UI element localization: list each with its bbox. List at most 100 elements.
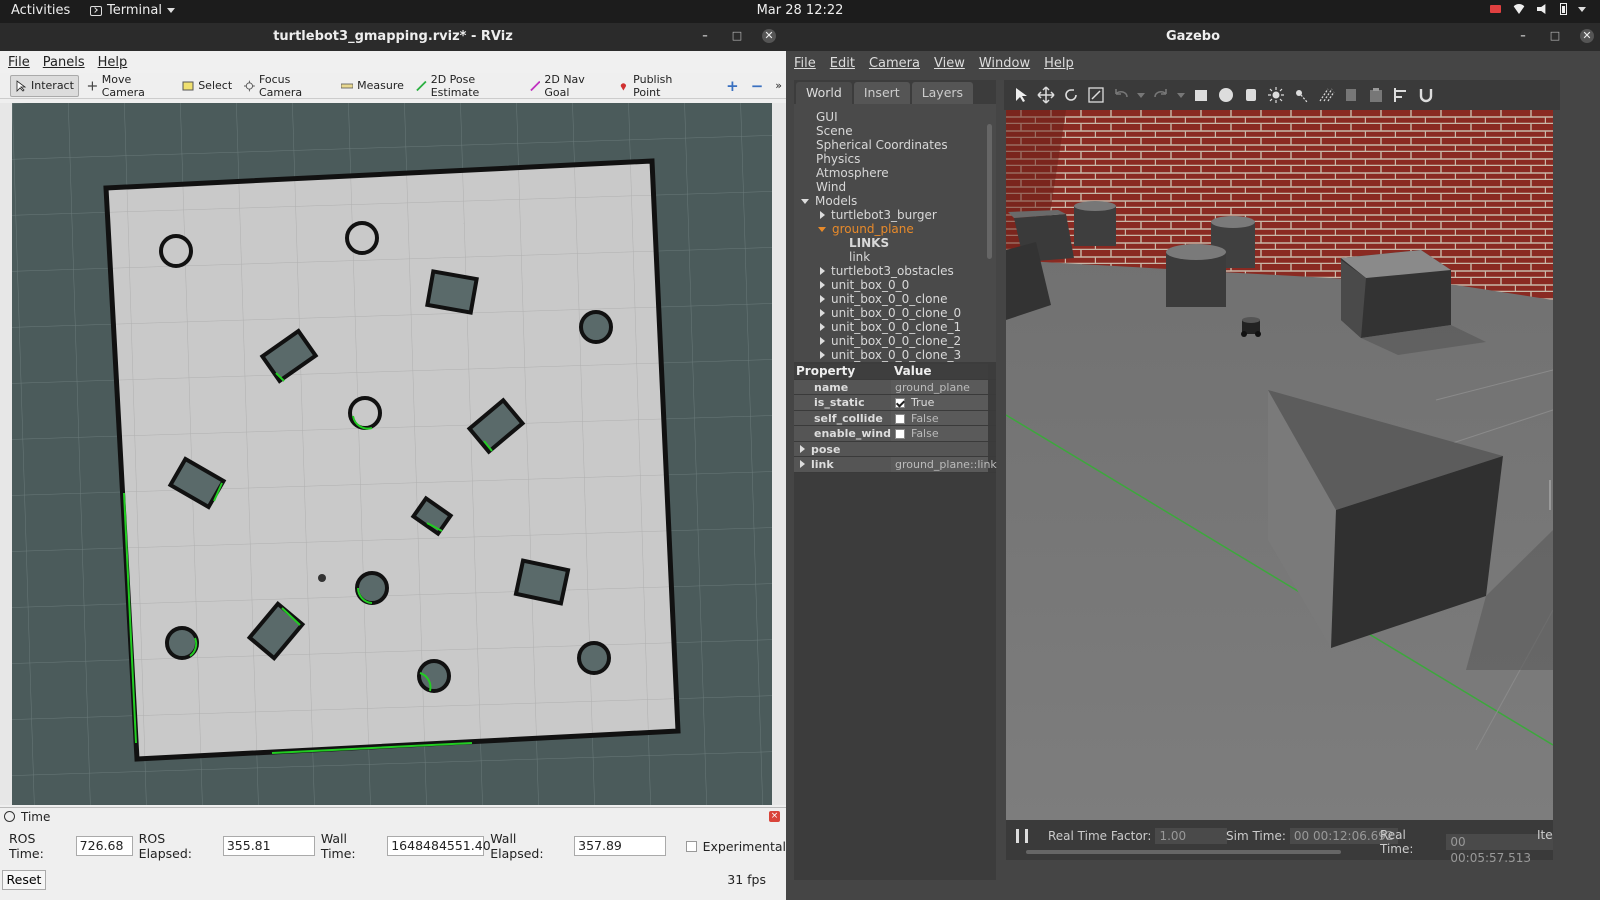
maximize-icon[interactable]: □	[1548, 29, 1562, 43]
publish-point-tool[interactable]: Publish Point	[614, 73, 700, 99]
directional-light-icon[interactable]	[1317, 86, 1335, 104]
tree-item-gui[interactable]: GUI	[794, 110, 996, 124]
toolbar-overflow-button[interactable]: »	[771, 75, 786, 97]
property-row-link[interactable]: link ground_plane::link	[794, 457, 997, 473]
fps-readout: 31 fps	[727, 872, 766, 887]
tree-item-link[interactable]: link	[794, 250, 996, 264]
experimental-checkbox[interactable]	[686, 840, 697, 852]
tree-item-unit-box[interactable]: unit_box_0_0_clone_0	[794, 306, 996, 320]
clock[interactable]: Mar 28 12:22	[0, 3, 1600, 18]
maximize-icon[interactable]: □	[730, 29, 744, 43]
scale-icon[interactable]	[1087, 86, 1105, 104]
menu-help[interactable]: Help	[98, 55, 128, 70]
tree-item-unit-box[interactable]: unit_box_0_0	[794, 278, 996, 292]
pose-estimate-tool[interactable]: 2D Pose Estimate	[412, 73, 522, 99]
close-icon[interactable]: ×	[769, 811, 780, 822]
tree-item-obstacles[interactable]: turtlebot3_obstacles	[794, 264, 996, 278]
copy-icon[interactable]	[1342, 86, 1360, 104]
property-row[interactable]: enable_wind False	[794, 426, 996, 442]
tree-item-spherical[interactable]: Spherical Coordinates	[794, 138, 996, 152]
cylinder-model	[1074, 206, 1116, 246]
minimize-icon[interactable]: –	[1516, 29, 1530, 43]
enable-wind-checkbox[interactable]	[895, 429, 905, 439]
property-row[interactable]: name ground_plane	[794, 379, 996, 395]
rviz-3d-view[interactable]	[12, 103, 772, 805]
property-row-pose[interactable]: pose	[794, 441, 996, 457]
menu-file[interactable]: File	[8, 55, 30, 70]
menu-help[interactable]: Help	[1044, 56, 1074, 71]
occupancy-map[interactable]	[12, 103, 772, 805]
reset-button[interactable]: Reset	[2, 870, 46, 890]
tab-world[interactable]: World	[796, 82, 852, 104]
left-dock-handle[interactable]	[0, 103, 12, 805]
plus-icon: +	[726, 76, 739, 95]
tree-item-models[interactable]: Models	[794, 194, 996, 208]
self-collide-checkbox[interactable]	[895, 413, 905, 424]
tree-item-unit-box[interactable]: unit_box_0_0_clone	[794, 292, 996, 306]
interact-tool[interactable]: Interact	[10, 74, 79, 97]
paste-icon[interactable]	[1367, 86, 1385, 104]
menu-panels[interactable]: Panels	[43, 55, 85, 70]
expand-icon	[801, 199, 809, 204]
tree-item-scene[interactable]: Scene	[794, 124, 996, 138]
menu-file[interactable]: File	[794, 56, 816, 71]
box-shape-icon[interactable]	[1192, 86, 1210, 104]
tree-item-wind[interactable]: Wind	[794, 180, 996, 194]
undo-icon[interactable]	[1112, 86, 1130, 104]
gazebo-3d-scene[interactable]	[1006, 110, 1553, 820]
tree-item-physics[interactable]: Physics	[794, 152, 996, 166]
tab-layers[interactable]: Layers	[911, 82, 974, 104]
wall-time-field[interactable]: 1648484551.40	[387, 836, 491, 856]
property-row[interactable]: self_collide False	[794, 410, 996, 426]
ros-time-field[interactable]: 726.68	[75, 836, 133, 856]
wall-elapsed-field[interactable]: 357.89	[574, 836, 667, 856]
tree-item-unit-box[interactable]: unit_box_0_0_clone_2	[794, 334, 996, 348]
tree-item-unit-box[interactable]: unit_box_0_0_clone_3	[794, 348, 996, 362]
gazebo-toolbar	[1004, 80, 1560, 110]
close-icon[interactable]: ✕	[762, 29, 776, 43]
top-bar: Activities Terminal Mar 28 12:22	[0, 0, 1600, 23]
minimize-icon[interactable]: –	[698, 29, 712, 43]
ros-elapsed-field[interactable]: 355.81	[222, 836, 315, 856]
system-tray[interactable]	[1490, 3, 1586, 15]
nav-goal-tool[interactable]: 2D Nav Goal	[526, 73, 611, 99]
right-dock-handle[interactable]	[772, 103, 786, 805]
rviz-title-bar[interactable]: turtlebot3_gmapping.rviz* - RViz – □ ✕	[0, 23, 786, 51]
translate-icon[interactable]	[1037, 86, 1055, 104]
focus-camera-tool[interactable]: Focus Camera	[240, 73, 333, 99]
tree-item-unit-box[interactable]: unit_box_0_0_clone_1	[794, 320, 996, 334]
redo-icon[interactable]	[1152, 86, 1170, 104]
tree-item-ground-plane[interactable]: ground_plane	[794, 222, 996, 236]
cylinder-shape-icon[interactable]	[1242, 86, 1260, 104]
pause-icon[interactable]	[1016, 829, 1028, 843]
menu-edit[interactable]: Edit	[830, 56, 855, 71]
measure-tool[interactable]: Measure	[337, 75, 408, 97]
menu-window[interactable]: Window	[979, 56, 1030, 71]
property-row[interactable]: is_static True	[794, 395, 996, 411]
align-icon[interactable]	[1392, 86, 1410, 104]
scene-render[interactable]	[1006, 110, 1553, 820]
menu-camera[interactable]: Camera	[869, 56, 920, 71]
tree-item-turtlebot3-burger[interactable]: turtlebot3_burger	[794, 208, 996, 222]
add-tool-button[interactable]: +	[722, 75, 743, 97]
rotate-icon[interactable]	[1062, 86, 1080, 104]
point-light-icon[interactable]	[1267, 86, 1285, 104]
move-camera-tool[interactable]: Move Camera	[83, 73, 174, 99]
menu-view[interactable]: View	[934, 56, 965, 71]
snap-magnet-icon[interactable]	[1417, 86, 1435, 104]
close-icon[interactable]: ✕	[1580, 29, 1594, 43]
remove-tool-button[interactable]: −	[747, 75, 768, 97]
select-arrow-icon[interactable]	[1012, 86, 1030, 104]
is-static-checkbox[interactable]	[895, 398, 905, 408]
spot-light-icon[interactable]	[1292, 86, 1310, 104]
expand-icon	[800, 460, 805, 468]
gazebo-title-bar[interactable]: Gazebo – □ ✕	[786, 23, 1600, 51]
tree-scrollbar[interactable]	[987, 124, 992, 259]
chevron-down-icon[interactable]	[1137, 92, 1145, 98]
sphere-shape-icon[interactable]	[1217, 86, 1235, 104]
select-tool[interactable]: Select	[178, 75, 236, 97]
chevron-down-icon[interactable]	[1177, 92, 1185, 98]
tab-insert[interactable]: Insert	[853, 82, 910, 104]
tree-item-atmosphere[interactable]: Atmosphere	[794, 166, 996, 180]
horizontal-scrollbar[interactable]	[1026, 850, 1341, 854]
